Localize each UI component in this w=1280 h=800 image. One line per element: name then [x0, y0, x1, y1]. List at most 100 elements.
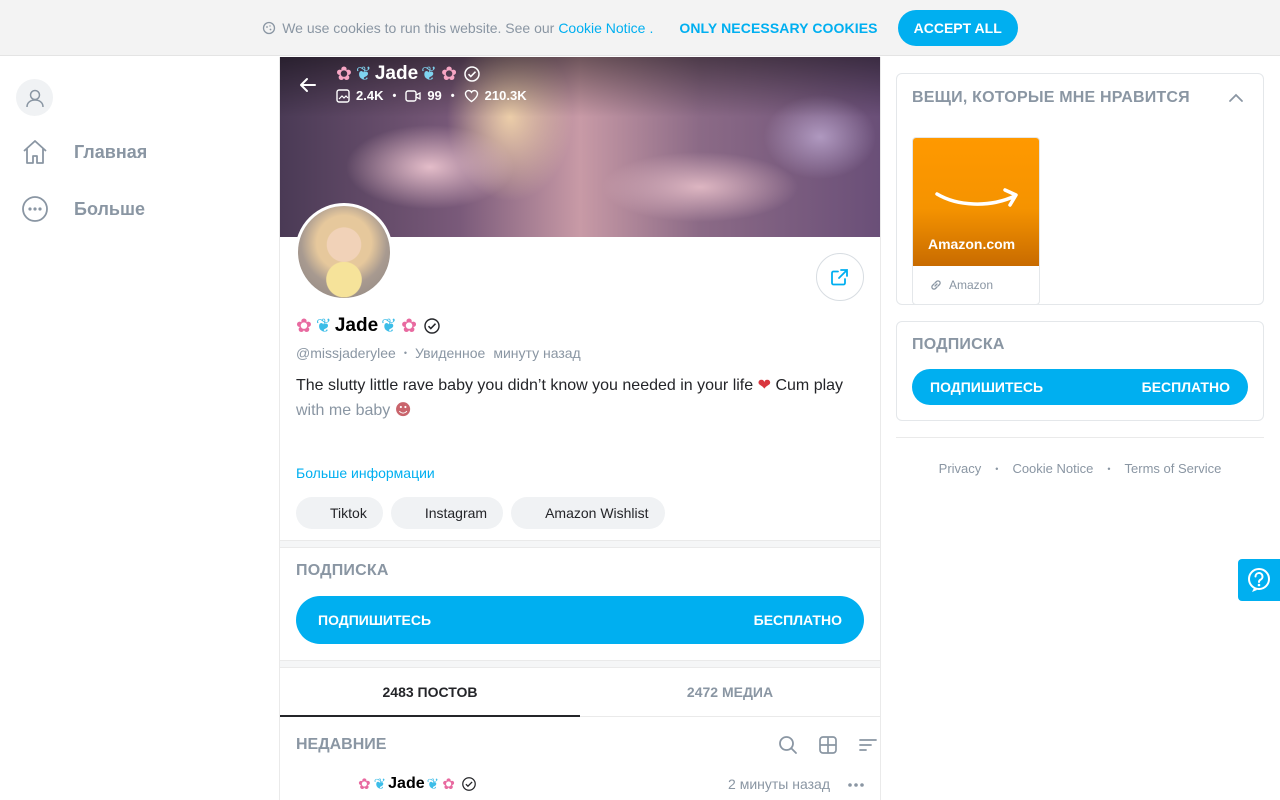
profile-name-text: Jade — [334, 315, 379, 336]
devil-face-icon: ☻ — [394, 400, 412, 419]
amazon-wishlist-tile[interactable]: Amazon.com Amazon — [912, 137, 1040, 305]
droplets-icon: ❦ — [355, 63, 372, 85]
subscribe-price: БЕСПЛАТНО — [753, 612, 842, 628]
left-sidebar: Главная Больше — [0, 57, 279, 800]
cookie-notice-footer-link[interactable]: Cookie Notice — [1012, 461, 1093, 476]
flower-icon: ✿ — [358, 775, 371, 793]
tab-posts[interactable]: 2483 ПОСТОВ — [280, 668, 580, 717]
section-divider — [280, 660, 880, 668]
likes-count: 210.3K — [484, 88, 527, 103]
subscription-card-title: ПОДПИСКА — [912, 336, 1005, 353]
only-necessary-cookies-button[interactable]: ONLY NECESSARY COOKIES — [679, 20, 877, 36]
link-chip-amazon-wishlist[interactable]: Amazon Wishlist — [511, 497, 665, 529]
link-chip-label: Amazon Wishlist — [545, 505, 649, 521]
video-icon — [405, 89, 421, 102]
recent-title: НЕДАВНИЕ — [296, 736, 387, 753]
back-button[interactable] — [294, 71, 322, 99]
profile-avatar[interactable] — [295, 203, 393, 301]
user-avatar[interactable] — [16, 79, 53, 116]
footer-links: Privacy • Cookie Notice • Terms of Servi… — [896, 461, 1264, 476]
chevron-up-icon — [1229, 93, 1243, 102]
grid-icon — [819, 736, 837, 754]
footer-divider — [896, 437, 1264, 438]
link-chip-label: Instagram — [424, 505, 488, 521]
post-author[interactable]: ✿ ❦ Jade ❦ ✿ — [358, 775, 477, 793]
sort-button[interactable] — [856, 733, 880, 757]
banner-profile-name: ✿ ❦ Jade ❦ ✿ — [336, 63, 481, 85]
wishlist-card: ВЕЩИ, КОТОРЫЕ МНЕ НРАВИТСЯ Amazon.com Am… — [896, 73, 1264, 305]
verified-icon — [461, 777, 476, 791]
share-icon — [831, 269, 848, 286]
subscribe-button-sidebar[interactable]: ПОДПИШИТЕСЬ БЕСПЛАТНО — [912, 369, 1248, 405]
cookie-text: We use cookies to run this website. See … — [282, 19, 555, 36]
cookie-banner: We use cookies to run this website. See … — [0, 0, 1280, 56]
sidebar-item-label: Больше — [74, 198, 145, 219]
search-button[interactable] — [776, 733, 800, 757]
broken-heart-icon: ❤ — [757, 375, 772, 394]
likes-stat: 210.3K — [464, 88, 527, 103]
subscribe-label: ПОДПИШИТЕСЬ — [930, 379, 1044, 395]
cookie-banner-content: We use cookies to run this website. See … — [262, 9, 1018, 46]
droplets-icon: ❦ — [373, 775, 387, 793]
terms-link[interactable]: Terms of Service — [1125, 461, 1222, 476]
share-button[interactable] — [816, 253, 864, 301]
videos-count: 99 — [427, 88, 442, 103]
content-tabs: 2483 ПОСТОВ 2472 МЕДИА — [280, 668, 880, 717]
photos-stat: 2.4K — [336, 88, 383, 103]
sidebar-item-home[interactable]: Главная — [20, 137, 147, 167]
droplets-icon: ❦ — [426, 775, 440, 793]
profile-main: ✿ ❦ Jade ❦ ✿ 2.4K • 99 • 210.3K ✿ ❦ Jade… — [279, 57, 881, 800]
banner-stats: 2.4K • 99 • 210.3K — [336, 88, 527, 103]
link-chip-tiktok[interactable]: Tiktok — [296, 497, 383, 529]
privacy-link[interactable]: Privacy — [939, 461, 982, 476]
link-chip-label: Tiktok — [330, 505, 367, 521]
flower-icon: ✿ — [442, 775, 455, 793]
bio-line-1-end: Cum play — [775, 377, 844, 394]
collapse-button[interactable] — [1225, 87, 1247, 114]
subscription-card: ПОДПИСКА ПОДПИШИТЕСЬ БЕСПЛАТНО — [896, 321, 1264, 421]
cookie-period: . — [649, 19, 654, 36]
user-icon — [25, 89, 44, 107]
sidebar-item-more[interactable]: Больше — [20, 194, 145, 224]
cookie-icon — [262, 21, 276, 35]
post-more-button[interactable] — [844, 775, 868, 795]
grid-view-button[interactable] — [816, 733, 840, 757]
amazon-logo-image: Amazon.com — [913, 138, 1039, 266]
profile-meta: @missjaderylee • Увиденное минуту назад — [296, 345, 581, 361]
link-icon — [931, 280, 941, 290]
more-info-link[interactable]: Больше информации — [296, 465, 435, 481]
subscribe-price: БЕСПЛАТНО — [1141, 379, 1230, 395]
sidebar-item-label: Главная — [74, 141, 148, 162]
heart-icon — [464, 89, 478, 102]
footer-separator: • — [995, 463, 999, 474]
post-author-name: Jade — [388, 775, 425, 792]
photos-count: 2.4K — [356, 88, 384, 103]
videos-stat: 99 — [405, 88, 442, 103]
last-seen-time: минуту назад — [493, 345, 581, 361]
last-seen-label: Увиденное — [414, 345, 486, 361]
bio-line-2: with me baby — [296, 402, 391, 419]
amazon-name: Amazon.com — [928, 236, 1016, 252]
more-circle-icon — [22, 196, 48, 222]
more-horizontal-icon — [848, 783, 864, 787]
accept-all-cookies-button[interactable]: ACCEPT ALL — [897, 9, 1018, 46]
droplets-icon: ❦ — [315, 315, 332, 337]
help-button[interactable] — [1238, 559, 1280, 601]
tab-media[interactable]: 2472 МЕДИА — [580, 668, 880, 716]
help-icon — [1248, 568, 1270, 592]
link-chip-instagram[interactable]: Instagram — [390, 497, 504, 529]
flower-icon: ✿ — [441, 63, 457, 85]
profile-name: ✿ ❦ Jade ❦ ✿ — [296, 315, 441, 337]
amazon-caption-text: Amazon — [949, 278, 994, 292]
post-time: 2 минуты назад — [728, 776, 830, 792]
cookie-notice-link[interactable]: Cookie Notice — [558, 20, 645, 36]
social-links: Tiktok Instagram Amazon Wishlist — [296, 497, 673, 529]
section-divider — [280, 540, 880, 548]
banner-name-text: Jade — [374, 63, 419, 84]
meta-separator: • — [403, 348, 407, 358]
flower-icon: ✿ — [401, 315, 417, 337]
profile-bio: The slutty little rave baby you didn’t k… — [296, 373, 866, 423]
image-icon — [336, 88, 350, 103]
subscribe-button[interactable]: ПОДПИШИТЕСЬ БЕСПЛАТНО — [296, 596, 864, 644]
profile-handle: @missjaderylee — [296, 345, 396, 361]
